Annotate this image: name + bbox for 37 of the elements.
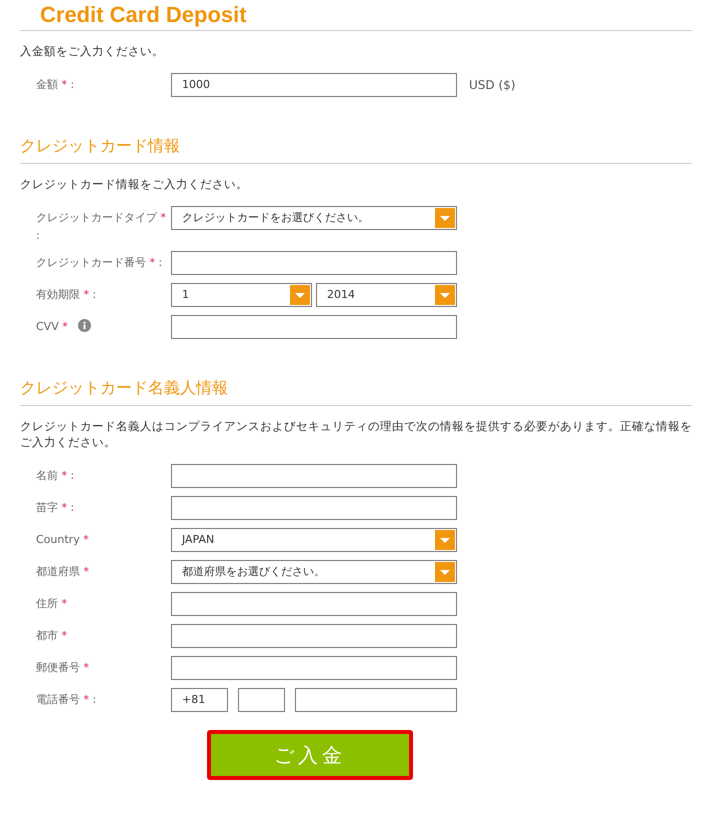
input-field[interactable] <box>171 496 457 520</box>
section-heading: クレジットカード情報 <box>20 135 181 157</box>
input-field[interactable] <box>171 464 457 488</box>
field-label: 郵便番号 * <box>36 661 89 674</box>
field-label: 都道府県 * <box>36 565 89 578</box>
instruction-text: クレジットカード名義人はコンプライアンスおよびセキュリティの理由で次の情報を提供する必要があります。正確な情報をご入力ください。 <box>20 418 692 450</box>
page-title: Credit Card Deposit <box>40 1 248 29</box>
field-label: Country * <box>36 533 89 546</box>
field-label: クレジットカードタイプ * : <box>36 211 166 242</box>
instruction-text: 入金額をご入力ください。 <box>20 43 165 59</box>
select-field[interactable]: 都道府県をお選びください。 <box>171 560 457 584</box>
field-label: 金額 * : <box>36 78 74 91</box>
input-field[interactable] <box>171 592 457 616</box>
field-label: 苗字 * : <box>36 501 74 514</box>
unit-label: USD ($) <box>469 77 516 94</box>
input-field[interactable] <box>171 624 457 648</box>
input-field[interactable] <box>171 656 457 680</box>
input-field[interactable] <box>171 315 457 339</box>
input-field[interactable] <box>171 251 457 275</box>
instruction-text: クレジットカード情報をご入力ください。 <box>20 176 249 192</box>
field-label: 電話番号 * : <box>36 693 96 706</box>
select-field[interactable]: 1 <box>171 283 312 307</box>
field-label: 名前 * : <box>36 469 74 482</box>
field-label: 都市 * <box>36 629 67 642</box>
select-field[interactable]: JAPAN <box>171 528 457 552</box>
select-field[interactable]: 2014 <box>316 283 457 307</box>
input-field[interactable] <box>295 688 457 712</box>
field-label: CVV * <box>36 320 68 333</box>
section-heading: クレジットカード名義人情報 <box>20 377 229 399</box>
input-field[interactable]: +81 <box>171 688 228 712</box>
field-label: 住所 * <box>36 597 67 610</box>
field-label: 有効期限 * : <box>36 288 96 301</box>
select-field[interactable]: クレジットカードをお選びください。 <box>171 206 457 230</box>
field-label: クレジットカード番号 * : <box>36 256 162 269</box>
info-icon[interactable] <box>78 319 91 332</box>
input-field[interactable] <box>238 688 285 712</box>
input-field[interactable]: 1000 <box>171 73 457 97</box>
